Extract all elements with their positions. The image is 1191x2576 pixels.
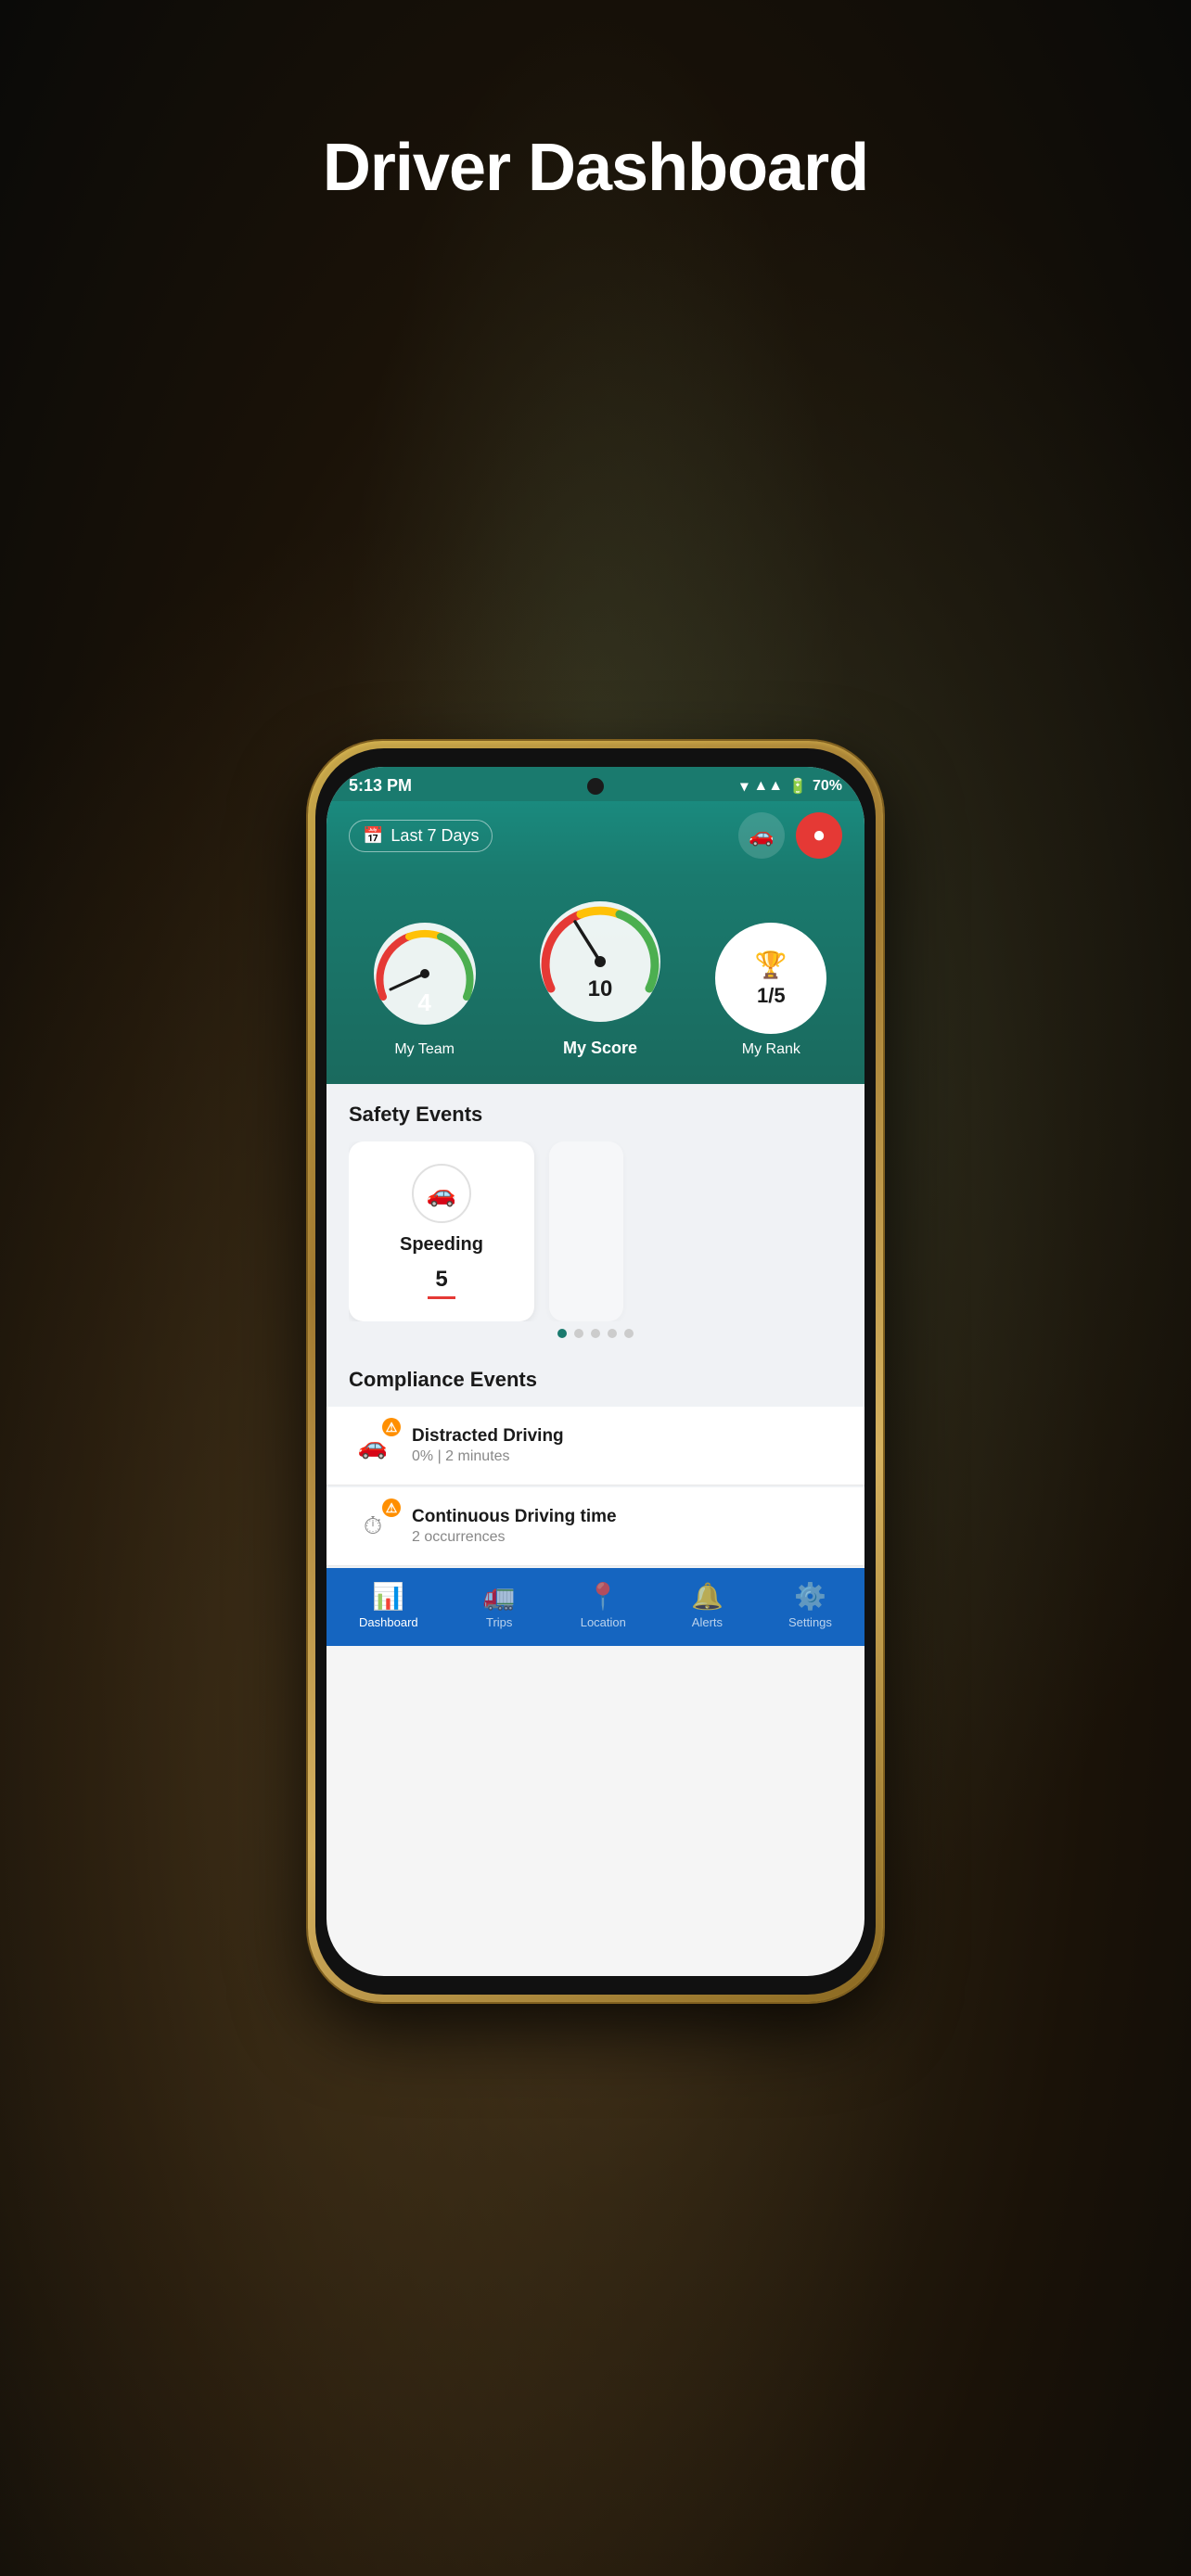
location-nav-label: Location [581,1615,626,1629]
my-score-gauge: 10 [531,892,670,1031]
clock-icon: ⏱ [364,1511,382,1541]
next-event-card[interactable] [549,1141,623,1321]
car-button[interactable]: 🚗 [738,812,785,859]
dot-1 [557,1329,567,1338]
settings-nav-label: Settings [788,1615,832,1629]
record-icon: ⏺ [813,823,824,848]
calendar-icon: 📅 [363,826,383,846]
alerts-nav-icon: 🔔 [691,1581,724,1612]
warning-badge: ⚠ [382,1418,401,1436]
compliance-events-title: Compliance Events [349,1368,842,1392]
my-team-card[interactable]: 4 My Team [365,913,485,1058]
status-icons: ▾ ▲▲ 🔋 70% [740,777,842,796]
battery-level: 70% [813,778,842,795]
page-title: Driver Dashboard [0,130,1191,206]
compliance-list: 🚗 ⚠ Distracted Driving 0% | 2 minutes ⏱ [327,1407,864,1568]
location-nav-icon: 📍 [587,1581,620,1612]
carousel-dots [349,1329,842,1338]
continuous-driving-text: Continuous Driving time 2 occurrences [412,1507,842,1546]
car-warning-icon: 🚗 [358,1432,388,1460]
speeding-card[interactable]: 🚗 Speeding 5 [349,1141,534,1321]
continuous-driving-item[interactable]: ⏱ ⚠ Continuous Driving time 2 occurrence… [327,1487,864,1566]
speeding-icon: 🚗 [412,1164,471,1223]
status-time: 5:13 PM [349,776,412,796]
continuous-driving-icon: ⏱ ⚠ [349,1502,397,1550]
nav-location[interactable]: 📍 Location [581,1581,626,1629]
date-filter[interactable]: 📅 Last 7 Days [349,820,493,852]
safety-events-list[interactable]: 🚗 Speeding 5 [349,1141,842,1321]
dot-4 [608,1329,617,1338]
my-team-gauge: 4 [365,913,485,1034]
header-row: 📅 Last 7 Days 🚗 ⏺ [349,812,842,859]
distracted-driving-item[interactable]: 🚗 ⚠ Distracted Driving 0% | 2 minutes [327,1407,864,1486]
dot-5 [624,1329,634,1338]
rank-label: My Rank [742,1041,800,1058]
signal-icon: ▲▲ [753,778,783,795]
trips-nav-label: Trips [486,1615,512,1629]
dot-2 [574,1329,583,1338]
car-icon: 🚗 [749,823,774,848]
date-filter-label: Last 7 Days [391,826,479,846]
my-team-label: My Team [394,1041,455,1058]
continuous-driving-detail: 2 occurrences [412,1529,842,1546]
settings-nav-icon: ⚙️ [794,1581,826,1612]
battery-icon: 🔋 [788,777,807,796]
speeding-name: Speeding [400,1234,483,1256]
phone-body: 5:13 PM ▾ ▲▲ 🔋 70% 📅 Last 7 Days [315,748,876,1995]
safety-events-section: Safety Events 🚗 Speeding 5 [327,1084,864,1349]
bottom-nav: 📊 Dashboard 🚛 Trips 📍 Location 🔔 Alerts [327,1568,864,1646]
trips-nav-icon: 🚛 [483,1581,516,1612]
phone-screen: 5:13 PM ▾ ▲▲ 🔋 70% 📅 Last 7 Days [327,767,864,1976]
main-content: Safety Events 🚗 Speeding 5 [327,1084,864,1568]
phone-device: 5:13 PM ▾ ▲▲ 🔋 70% 📅 Last 7 Days [308,741,883,2002]
nav-trips[interactable]: 🚛 Trips [483,1581,516,1629]
camera [587,778,604,795]
dashboard-nav-icon: 📊 [372,1581,404,1612]
speeding-count: 5 [428,1267,455,1299]
score-cards: 4 My Team [327,877,864,1084]
dashboard-nav-label: Dashboard [359,1615,418,1629]
my-score-label: My Score [563,1039,637,1058]
phone-frame: 5:13 PM ▾ ▲▲ 🔋 70% 📅 Last 7 Days [308,741,883,2002]
my-score-card[interactable]: 10 My Score [531,892,670,1058]
warning-badge-2: ⚠ [382,1498,401,1517]
safety-events-title: Safety Events [349,1103,842,1127]
wifi-icon: ▾ [740,777,748,796]
compliance-events-section: Compliance Events [327,1349,864,1392]
record-button[interactable]: ⏺ [796,812,842,859]
app-header: 📅 Last 7 Days 🚗 ⏺ [327,801,864,877]
continuous-driving-name: Continuous Driving time [412,1507,842,1527]
rank-circle: 🏆 1/5 [715,923,826,1034]
my-team-value: 4 [417,988,430,1017]
nav-settings[interactable]: ⚙️ Settings [788,1581,832,1629]
rank-value: 1/5 [757,984,786,1008]
distracted-driving-detail: 0% | 2 minutes [412,1448,842,1465]
my-rank-card[interactable]: 🏆 1/5 My Rank [715,923,826,1058]
alerts-nav-label: Alerts [692,1615,723,1629]
nav-alerts[interactable]: 🔔 Alerts [691,1581,724,1629]
header-actions: 🚗 ⏺ [738,812,842,859]
distracted-driving-text: Distracted Driving 0% | 2 minutes [412,1426,842,1465]
distracted-driving-name: Distracted Driving [412,1426,842,1447]
nav-dashboard[interactable]: 📊 Dashboard [359,1581,418,1629]
distracted-driving-icon: 🚗 ⚠ [349,1422,397,1470]
svg-text:10: 10 [588,976,613,1001]
dot-3 [591,1329,600,1338]
trophy-icon: 🏆 [755,950,788,980]
